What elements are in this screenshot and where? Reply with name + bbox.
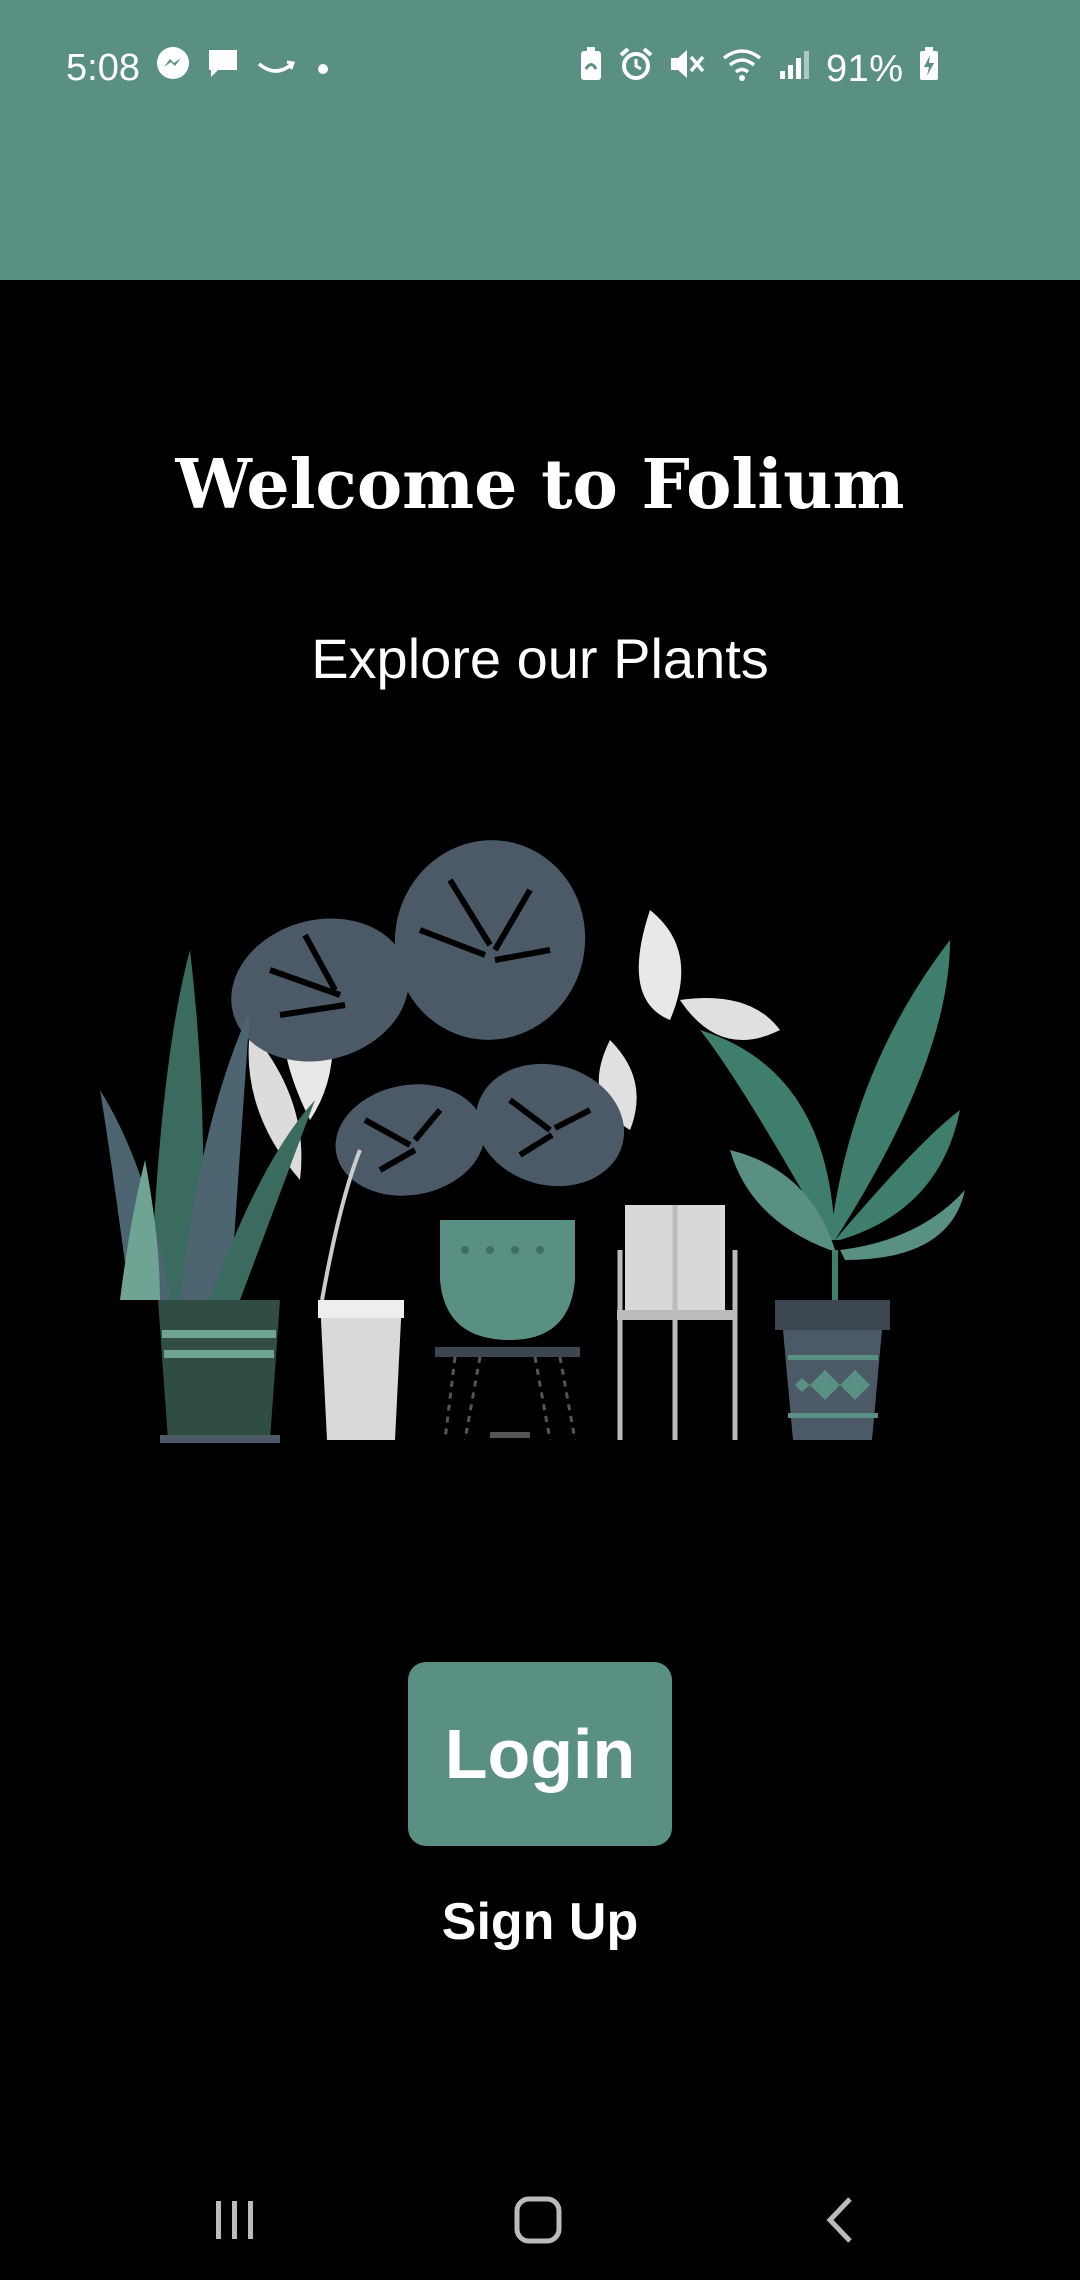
messenger-icon — [156, 46, 190, 90]
welcome-subtitle: Explore our Plants — [311, 627, 769, 690]
system-nav-bar — [0, 2180, 1080, 2280]
wifi-icon — [720, 46, 764, 92]
login-button[interactable]: Login — [408, 1662, 672, 1846]
welcome-title: Welcome to Folium — [175, 445, 905, 525]
home-icon[interactable] — [478, 2180, 598, 2260]
battery-charging-icon — [918, 46, 940, 92]
plants-illustration — [90, 820, 990, 1460]
dot-icon — [312, 47, 334, 90]
battery-percent: 91% — [826, 47, 904, 90]
back-icon[interactable] — [780, 2180, 900, 2260]
signal-icon — [778, 47, 812, 91]
status-time: 5:08 — [66, 46, 140, 89]
amazon-icon — [256, 47, 296, 90]
chat-bubble-icon — [206, 46, 240, 90]
signup-button[interactable]: Sign Up — [0, 1892, 1080, 1952]
recent-apps-icon[interactable] — [175, 2180, 295, 2260]
status-bar: 5:08 91% — [0, 38, 1080, 98]
top-app-bar: 5:08 91% — [0, 0, 1080, 280]
mute-icon — [668, 46, 706, 92]
battery-saver-icon — [578, 46, 604, 92]
alarm-icon — [618, 46, 654, 92]
